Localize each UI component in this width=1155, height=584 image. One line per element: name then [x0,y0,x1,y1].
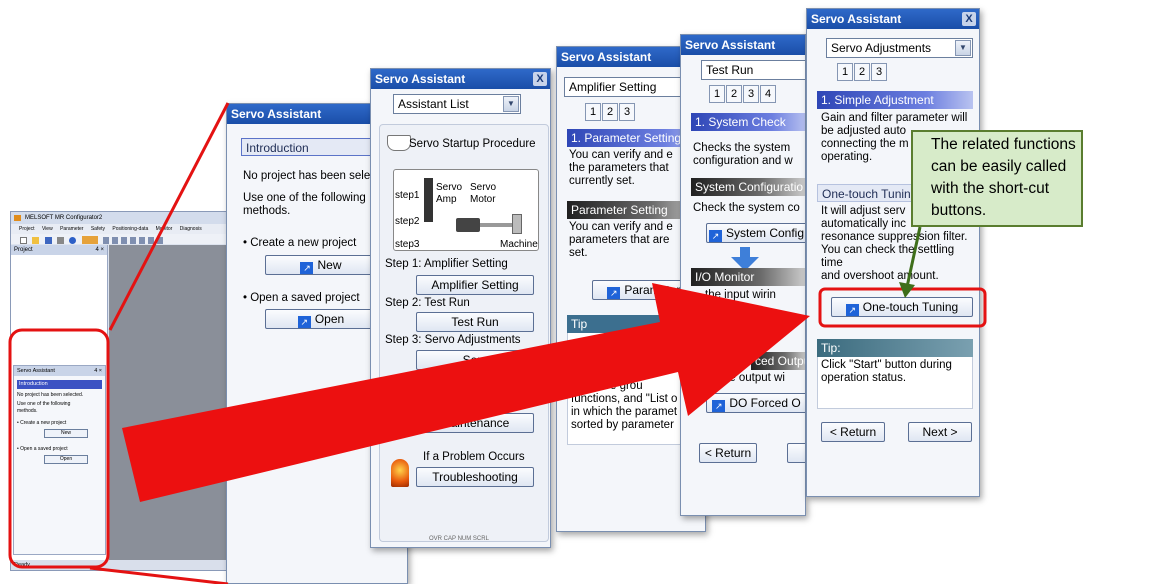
mini-assistant-highlight [8,328,110,569]
callout-pointer [905,226,922,288]
callout-box: The related functions can be easily call… [911,130,1083,227]
zoom-line-top [108,102,230,331]
zoom-line-bottom [89,566,229,584]
annotation-overlay [8,102,987,584]
callout-text: The related functions can be easily call… [931,136,1076,219]
one-touch-highlight [818,287,987,328]
big-red-arrow [122,283,810,502]
